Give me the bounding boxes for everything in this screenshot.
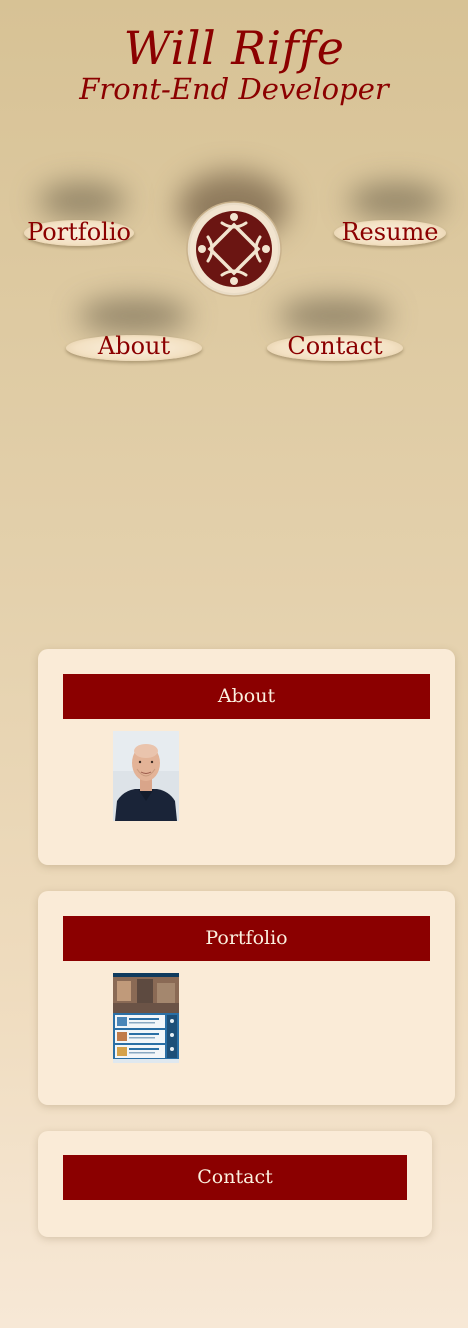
nav-portfolio-label[interactable]: Portfolio [24,218,134,246]
nav-shadow [348,183,444,219]
portrait-photo [113,731,179,821]
portfolio-section: Portfolio [38,891,455,1105]
portfolio-thumbnail[interactable] [113,973,179,1063]
site-owner-title: Front-End Developer [79,72,389,106]
nav-shadow [38,183,126,219]
nav-contact-label[interactable]: Contact [267,332,403,360]
nav-shadow [78,298,190,334]
site-header: Will Riffe Front-End Developer [0,22,468,106]
site-owner-name: Will Riffe [123,21,345,75]
nav-shadow [278,298,390,334]
portfolio-heading: Portfolio [63,916,430,961]
nav-about-label[interactable]: About [66,332,202,360]
about-section: About [38,649,455,865]
nav-resume-label[interactable]: Resume [334,218,446,246]
diamond-emblem-icon[interactable] [186,201,282,297]
contact-heading: Contact [63,1155,407,1200]
about-heading: About [63,674,430,719]
contact-section: Contact [38,1131,432,1237]
